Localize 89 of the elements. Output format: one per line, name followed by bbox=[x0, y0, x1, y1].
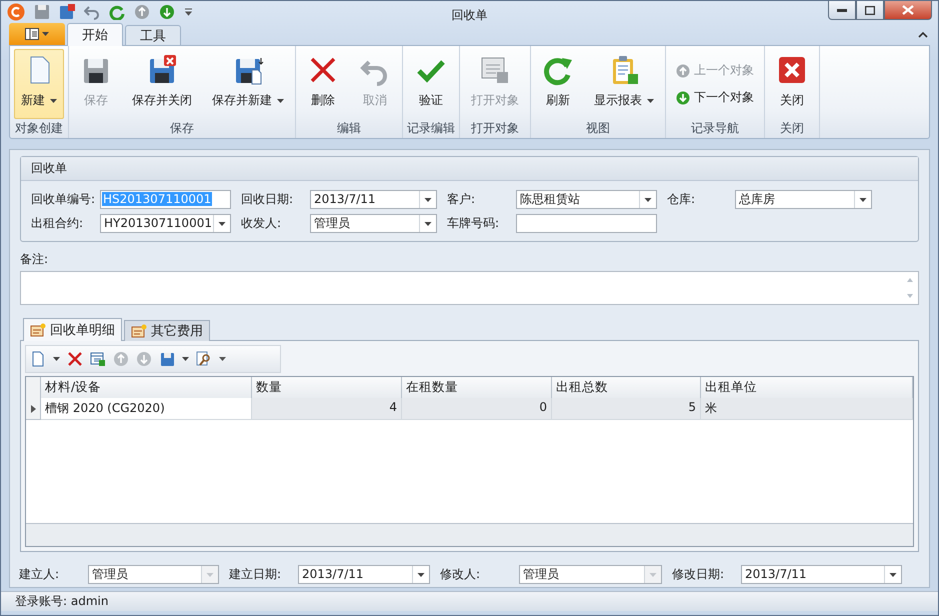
field-label: 仓库: bbox=[666, 190, 696, 208]
table-cell: 0 bbox=[402, 398, 552, 420]
ribbon-button[interactable]: 新建 bbox=[14, 49, 64, 120]
group-label: 打开对象 bbox=[470, 120, 520, 138]
up-arrow-icon bbox=[676, 64, 690, 78]
undo-icon bbox=[84, 4, 100, 20]
combo-box[interactable]: HY201307110001 bbox=[100, 214, 231, 233]
field-label: 备注: bbox=[20, 251, 50, 268]
text-field[interactable] bbox=[516, 214, 657, 233]
row-pointer-icon bbox=[30, 404, 36, 413]
minimize-icon bbox=[837, 8, 847, 12]
layout-icon bbox=[25, 28, 39, 40]
ribbon-tab[interactable]: 开始 bbox=[67, 23, 123, 46]
ribbon-tab[interactable]: 工具 bbox=[125, 25, 181, 46]
customize-caret-icon bbox=[184, 8, 193, 16]
field-label: 修改日期: bbox=[671, 566, 726, 583]
caret-icon bbox=[647, 98, 654, 103]
form-icon bbox=[131, 324, 147, 338]
caret-icon bbox=[53, 357, 60, 362]
search-icon bbox=[196, 351, 212, 368]
ribbon-button[interactable]: 验证 bbox=[408, 49, 454, 120]
ribbon-button[interactable]: 下一个对象 bbox=[674, 88, 756, 108]
refresh-icon bbox=[109, 4, 125, 20]
minimize-button[interactable] bbox=[828, 1, 856, 20]
caret-icon bbox=[277, 98, 284, 103]
ribbon-button[interactable]: 保存并关闭 bbox=[125, 49, 199, 120]
combo-box[interactable]: 管理员 bbox=[310, 214, 437, 233]
close-icon bbox=[902, 5, 914, 15]
maximize-icon bbox=[865, 6, 875, 14]
group-label: 记录编辑 bbox=[407, 120, 455, 138]
combo-box[interactable]: 2013/7/11 bbox=[310, 190, 437, 209]
field-label: 回收单编号: bbox=[30, 190, 96, 208]
ribbon-button[interactable]: 关闭 bbox=[769, 49, 815, 120]
ribbon-button[interactable]: 显示报表 bbox=[587, 49, 661, 120]
caret-icon bbox=[182, 357, 189, 362]
detail-tab[interactable]: 回收单明细 bbox=[23, 318, 122, 342]
column-header[interactable]: 数量 bbox=[252, 377, 402, 400]
document-icon bbox=[30, 351, 46, 368]
field-label: 建立人: bbox=[18, 566, 60, 583]
field-label: 修改人: bbox=[439, 566, 482, 583]
group-label: 记录导航 bbox=[690, 120, 740, 138]
app-logo-icon bbox=[7, 3, 25, 22]
table-cell: 米 bbox=[701, 398, 913, 420]
field-label: 收发人: bbox=[240, 214, 282, 232]
form-icon bbox=[30, 323, 46, 338]
column-header[interactable]: 材料/设备 bbox=[41, 377, 252, 400]
save-icon bbox=[159, 351, 175, 368]
status-text: 登录账号: admin bbox=[15, 593, 108, 610]
field-label: 客户: bbox=[446, 190, 476, 208]
ribbon-button[interactable]: 删除 bbox=[300, 49, 346, 120]
field-label: 车牌号码: bbox=[446, 214, 500, 232]
maximize-button[interactable] bbox=[856, 1, 884, 20]
ribbon-button[interactable]: 刷新 bbox=[535, 49, 581, 120]
field-label: 建立日期: bbox=[228, 566, 282, 583]
section-title: 回收单 bbox=[21, 157, 918, 182]
group-label: 对象创建 bbox=[14, 120, 64, 138]
delete-icon bbox=[67, 351, 83, 368]
ribbon-button[interactable]: 保存并新建 bbox=[205, 49, 291, 120]
column-header[interactable]: 出租总数 bbox=[552, 377, 701, 400]
group-label: 关闭 bbox=[779, 120, 805, 138]
column-header[interactable]: 在租数量 bbox=[402, 377, 552, 400]
row-indicator-header bbox=[26, 377, 41, 400]
combo-box[interactable]: 2013/7/11 bbox=[298, 564, 430, 584]
field-label: 出租合约: bbox=[30, 214, 84, 232]
column-header[interactable]: 出租单位 bbox=[701, 377, 913, 400]
group-label: 编辑 bbox=[336, 120, 362, 138]
table-cell: 5 bbox=[552, 398, 701, 420]
window-title: 回收单 bbox=[452, 7, 488, 24]
combo-box[interactable]: 陈思租赁站 bbox=[516, 190, 657, 209]
table-cell: 槽钢 2020 (CG2020) bbox=[41, 398, 252, 420]
close-button[interactable] bbox=[884, 1, 932, 20]
table-icon bbox=[90, 351, 106, 368]
detail-tab[interactable]: 其它费用 bbox=[124, 320, 210, 342]
field-label: 回收日期: bbox=[240, 190, 294, 208]
table-cell: 4 bbox=[252, 398, 402, 420]
save-icon bbox=[34, 4, 50, 20]
note-field[interactable] bbox=[20, 271, 919, 306]
caret-icon bbox=[42, 32, 49, 36]
collapse-ribbon-icon bbox=[918, 31, 928, 38]
caret-icon bbox=[50, 98, 57, 103]
row-indicator[interactable] bbox=[26, 398, 41, 420]
save-close-icon bbox=[59, 4, 75, 20]
caret-icon bbox=[219, 357, 226, 362]
combo-box[interactable]: 2013/7/11 bbox=[741, 564, 902, 584]
app-menu-button[interactable] bbox=[9, 23, 65, 46]
combo-box[interactable]: 总库房 bbox=[735, 190, 872, 209]
down-arrow-icon bbox=[676, 90, 690, 105]
group-label: 视图 bbox=[585, 120, 611, 138]
group-label: 保存 bbox=[169, 120, 195, 138]
